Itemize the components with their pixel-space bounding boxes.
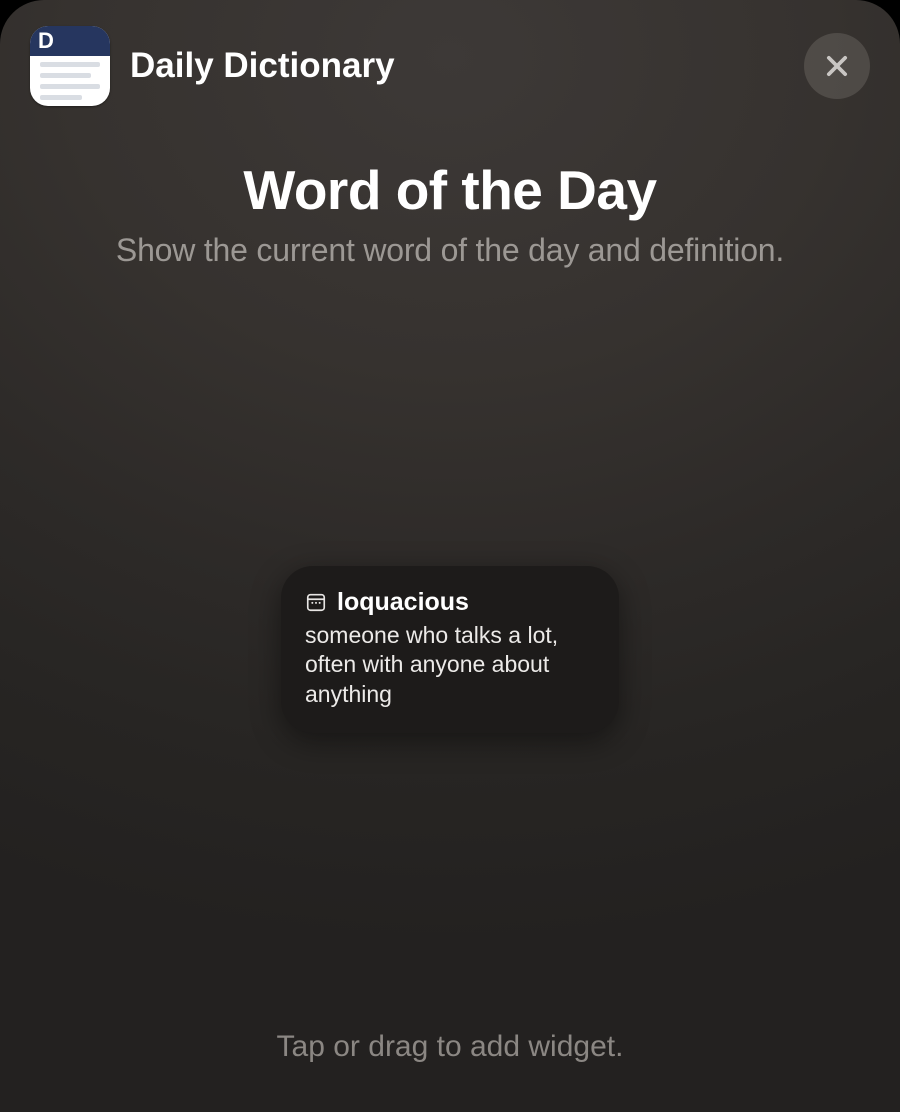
close-icon	[823, 52, 851, 80]
widget-definition: someone who talks a lot, often with anyo…	[305, 621, 595, 709]
calendar-icon	[305, 591, 327, 613]
app-icon-letter: D	[38, 28, 54, 54]
widget-preview-area: loquacious someone who talks a lot, ofte…	[0, 269, 900, 1010]
close-button[interactable]	[804, 33, 870, 99]
sheet-header: D Daily Dictionary	[0, 0, 900, 106]
widget-picker-sheet: D Daily Dictionary Word of the Day Show …	[0, 0, 900, 1112]
sheet-subtitle: Show the current word of the day and def…	[30, 232, 870, 269]
app-icon: D	[30, 26, 110, 106]
title-block: Word of the Day Show the current word of…	[0, 158, 900, 269]
widget-preview[interactable]: loquacious someone who talks a lot, ofte…	[281, 566, 619, 733]
widget-word: loquacious	[337, 588, 469, 617]
widget-header: loquacious	[305, 588, 595, 617]
footer-hint: Tap or drag to add widget.	[0, 1010, 900, 1112]
sheet-title: Word of the Day	[30, 158, 870, 222]
app-name: Daily Dictionary	[130, 46, 784, 86]
